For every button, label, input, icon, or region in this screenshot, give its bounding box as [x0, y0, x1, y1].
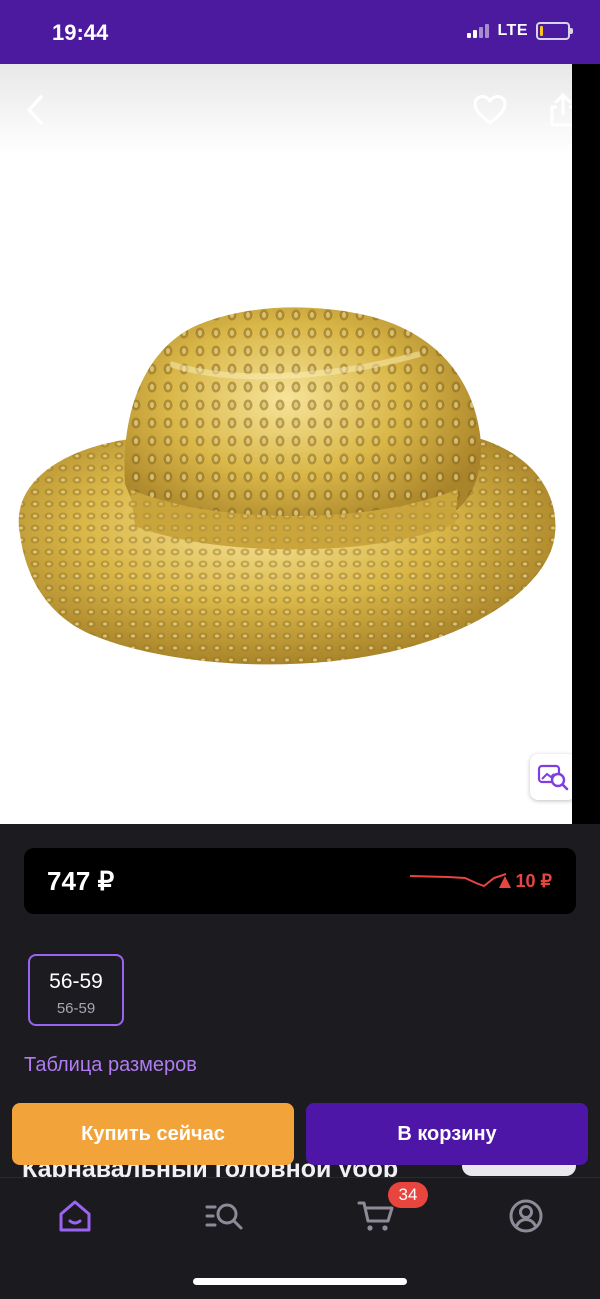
visual-search-button[interactable]	[530, 754, 572, 800]
product-image-gallery[interactable]	[0, 64, 572, 824]
cart-count-badge: 34	[388, 1182, 428, 1208]
trend-up-icon	[498, 875, 511, 888]
network-label: LTE	[497, 22, 528, 39]
price-change: 10 ₽	[498, 871, 552, 892]
image-search-icon	[537, 764, 569, 791]
size-option[interactable]: 56-59 56-59	[28, 954, 124, 1026]
heart-outline-icon	[473, 95, 507, 125]
price-card[interactable]: 747 ₽ 10 ₽	[24, 848, 576, 914]
share-icon	[550, 93, 572, 127]
cart-icon	[357, 1201, 394, 1231]
status-time: 19:44	[52, 20, 109, 45]
home-indicator	[193, 1278, 407, 1285]
size-option-label: 56-59	[49, 970, 103, 993]
product-photo	[18, 307, 556, 665]
price-history-sparkline	[410, 873, 507, 888]
status-indicators: LTE	[467, 22, 573, 40]
tab-profile[interactable]	[506, 1196, 546, 1236]
price-change-value: 10 ₽	[515, 871, 552, 891]
size-option-sublabel: 56-59	[56, 1000, 96, 1017]
battery-icon	[536, 22, 573, 40]
home-icon	[59, 1200, 91, 1232]
image-divider	[572, 64, 600, 824]
current-price: 747 ₽	[47, 866, 115, 896]
status-bar: 19:44 LTE	[0, 0, 600, 64]
signal-icon	[467, 24, 490, 38]
buy-now-button[interactable]: Купить сейчас	[12, 1103, 294, 1165]
user-icon	[509, 1199, 543, 1233]
tab-catalog[interactable]	[205, 1196, 245, 1236]
catalog-search-icon	[205, 1203, 243, 1230]
back-button[interactable]	[16, 90, 56, 130]
add-to-cart-button[interactable]: В корзину	[306, 1103, 588, 1165]
chevron-left-icon	[27, 95, 43, 125]
share-button[interactable]	[543, 90, 572, 130]
size-table-link[interactable]: Таблица размеров	[24, 1054, 197, 1077]
tab-home[interactable]	[55, 1196, 95, 1236]
battery-level	[540, 26, 543, 36]
favorite-button[interactable]	[470, 90, 510, 130]
